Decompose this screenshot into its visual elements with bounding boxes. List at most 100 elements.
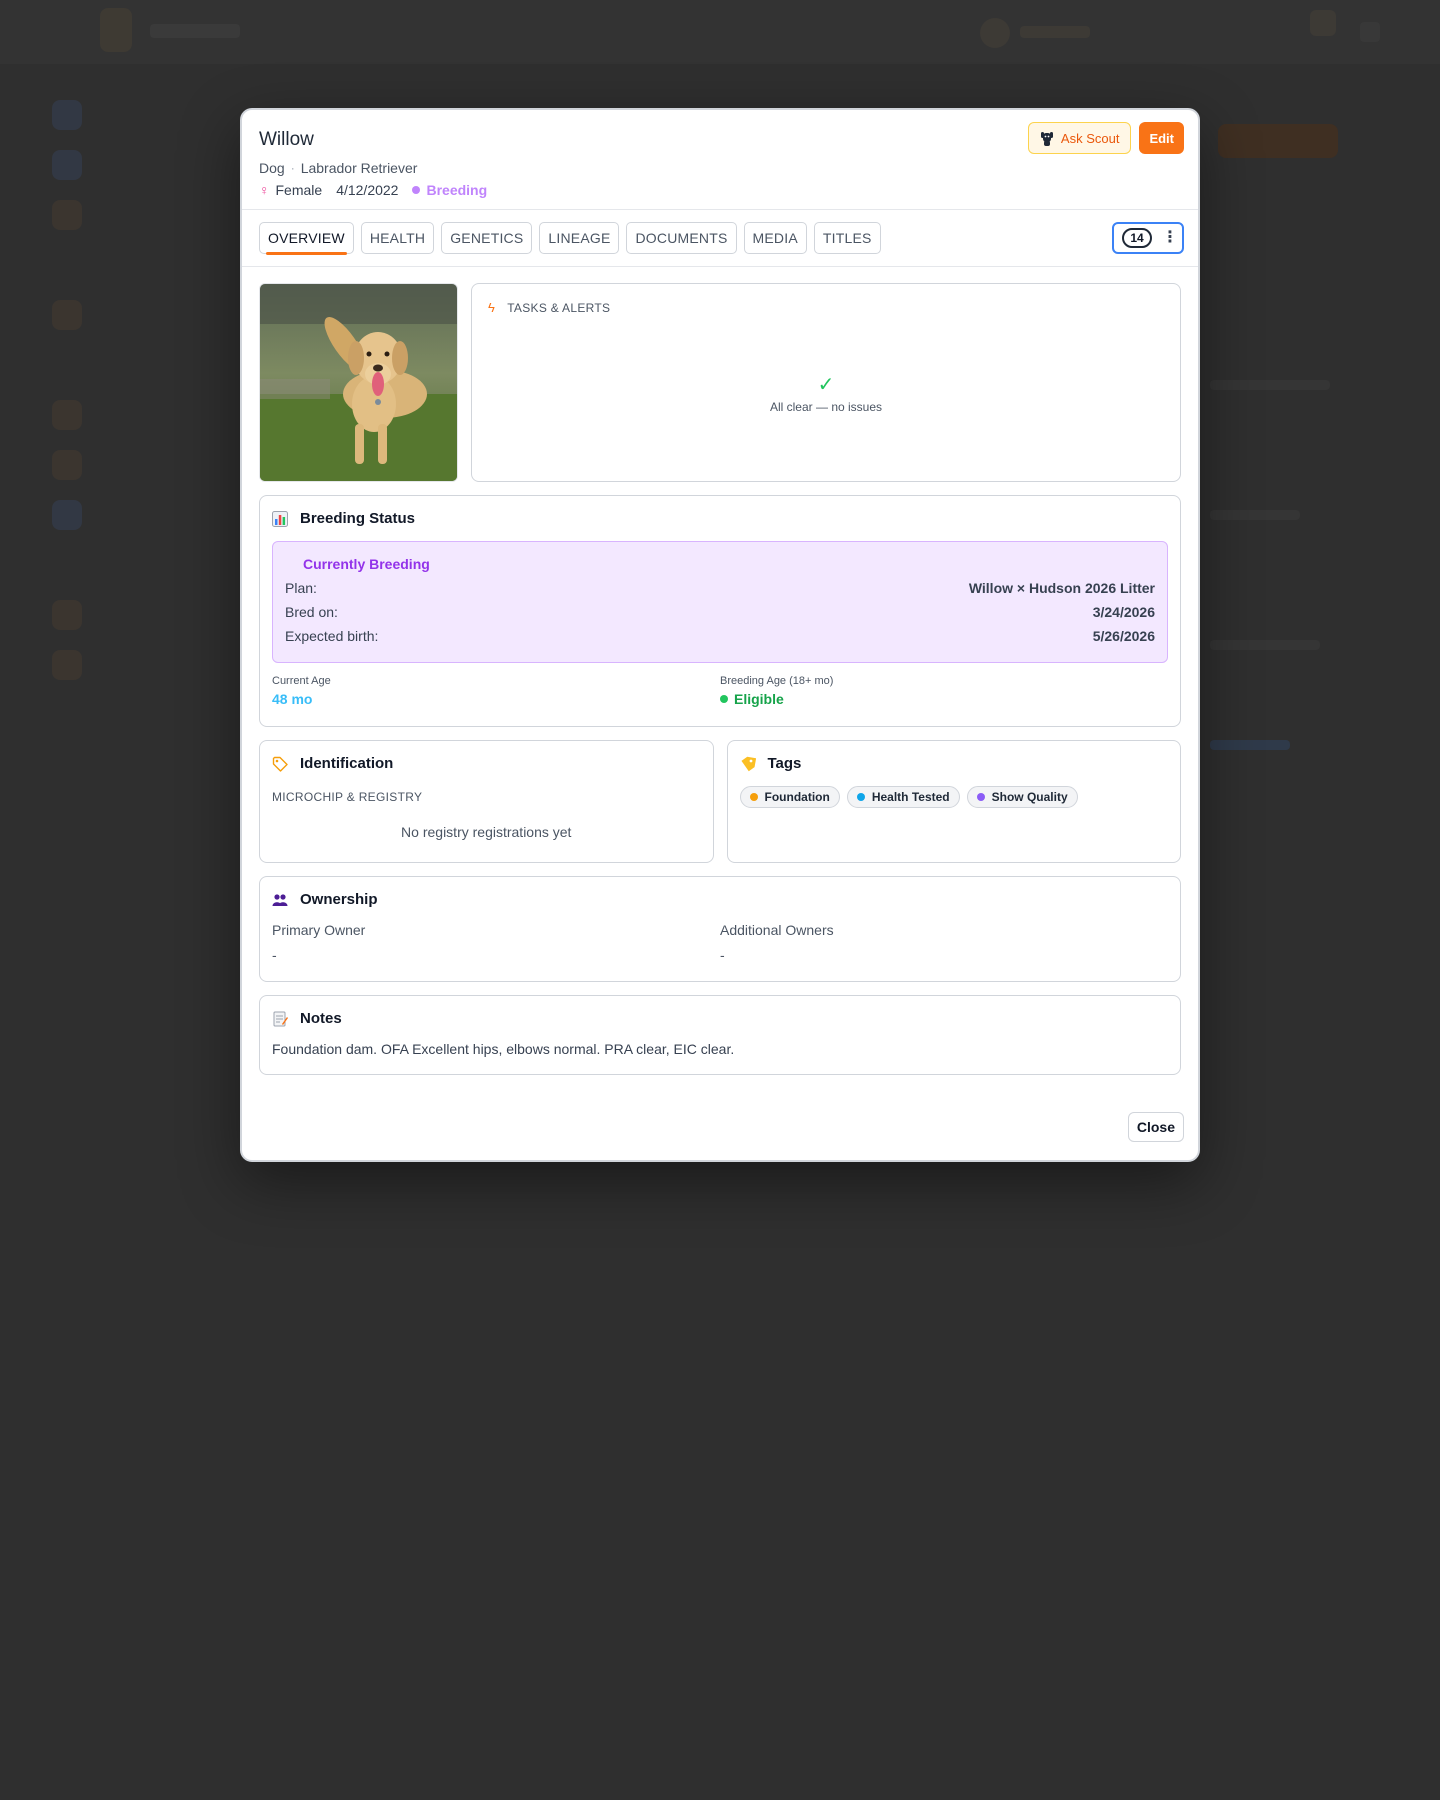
background-sidebar-item	[52, 450, 82, 480]
tags-title: Tags	[767, 755, 802, 772]
animal-detail-modal: Willow Dog · Labrador Retriever ♀ Female…	[240, 108, 1200, 1162]
breeding-status-card: Breeding Status Currently Breeding Plan:…	[259, 495, 1181, 727]
top-row: ϟ TASKS & ALERTS ✓ All clear — no issues	[259, 283, 1181, 482]
tags-card: Tags Foundation Health Tested Show Quali…	[726, 740, 1181, 863]
tag-color-dot	[749, 793, 758, 801]
tab-lineage[interactable]: LINEAGE	[539, 222, 620, 254]
tab-health[interactable]: HEALTH	[360, 222, 435, 254]
close-button[interactable]: Close	[1127, 1112, 1184, 1142]
kebab-menu-icon: ⋮	[1162, 229, 1178, 246]
background-sidebar-item	[52, 600, 82, 630]
currently-breeding-box: Currently Breeding Plan: Willow × Hudson…	[272, 541, 1168, 663]
eligible-dot	[720, 695, 728, 703]
modal-header: Willow Dog · Labrador Retriever ♀ Female…	[242, 110, 1198, 210]
animal-breed: Labrador Retriever	[300, 160, 418, 176]
tag-icon	[272, 756, 288, 772]
ownership-title: Ownership	[300, 891, 378, 908]
breeding-age-status: Eligible	[720, 691, 1168, 707]
tasks-empty-state: ✓ All clear — no issues	[472, 374, 1180, 414]
breeding-plan-row: Plan: Willow × Hudson 2026 Litter	[285, 580, 1155, 596]
expected-birth-value: 5/26/2026	[1092, 628, 1155, 644]
background-primary-button	[1218, 124, 1338, 158]
microchip-registry-subtitle: MICROCHIP & REGISTRY	[272, 790, 423, 804]
bar-chart-icon	[272, 510, 288, 527]
notes-header: Notes	[272, 1010, 1168, 1027]
dog-photo-image	[260, 284, 457, 481]
additional-owners-label: Additional Owners	[720, 922, 834, 938]
animal-photo	[259, 283, 458, 482]
background-sidebar-item	[52, 300, 82, 330]
edit-button[interactable]: Edit	[1139, 122, 1184, 154]
tag-color-dot	[856, 793, 865, 801]
female-icon: ♀	[259, 182, 270, 198]
tag-health-tested[interactable]: Health Tested	[846, 786, 960, 808]
tag-list: Foundation Health Tested Show Quality	[739, 786, 1169, 808]
identification-title: Identification	[300, 755, 394, 772]
tab-titles[interactable]: TITLES	[813, 222, 881, 254]
additional-owners: Additional Owners -	[720, 922, 1168, 963]
background-text-line	[1210, 380, 1330, 390]
additional-owners-value: -	[720, 947, 725, 963]
header-actions: Ask Scout Edit	[1027, 122, 1184, 154]
status-dot	[412, 186, 421, 194]
breeding-age-label: Breeding Age (18+ mo)	[720, 675, 834, 687]
primary-owner: Primary Owner -	[272, 922, 720, 963]
animal-species: Dog	[259, 160, 285, 176]
background-sidebar-item	[52, 100, 82, 130]
tag-show-quality[interactable]: Show Quality	[966, 786, 1078, 808]
tag-label: Health Tested	[871, 790, 950, 804]
identification-card: Identification MICROCHIP & REGISTRY No r…	[259, 740, 714, 863]
animal-sex: Female	[275, 182, 323, 198]
more-tabs-button[interactable]: 14 ⋮	[1112, 222, 1184, 254]
animal-species-breed: Dog · Labrador Retriever	[259, 160, 1181, 176]
identification-tags-row: Identification MICROCHIP & REGISTRY No r…	[259, 740, 1181, 863]
background-user-name	[1020, 26, 1090, 38]
tags-header: Tags	[740, 755, 1169, 772]
background-sidebar-item	[52, 500, 82, 530]
people-icon	[272, 893, 288, 906]
overview-content: ϟ TASKS & ALERTS ✓ All clear — no issues…	[242, 267, 1198, 1075]
background-text-line	[1210, 740, 1290, 750]
ask-scout-button[interactable]: Ask Scout	[1027, 122, 1132, 154]
lightning-icon: ϟ	[488, 300, 496, 315]
primary-owner-value: -	[272, 947, 277, 963]
tasks-header: ϟ TASKS & ALERTS	[488, 300, 610, 315]
ask-scout-label: Ask Scout	[1060, 130, 1120, 146]
breeding-age: Breeding Age (18+ mo) Eligible	[720, 675, 1168, 707]
breeding-status-header: Breeding Status	[272, 510, 1168, 527]
primary-owner-label: Primary Owner	[272, 922, 366, 938]
tag-label: Show Quality	[991, 790, 1068, 804]
label-icon	[740, 756, 756, 771]
tab-documents[interactable]: DOCUMENTS	[626, 222, 737, 254]
notes-title: Notes	[300, 1010, 342, 1027]
dog-icon	[1040, 131, 1053, 146]
tab-overview[interactable]: OVERVIEW	[259, 222, 354, 255]
breeding-age-value: Eligible	[734, 691, 784, 707]
background-avatar	[980, 18, 1010, 48]
notes-card: Notes Foundation dam. OFA Excellent hips…	[259, 995, 1181, 1075]
tab-bar: OVERVIEW HEALTH GENETICS LINEAGE DOCUMEN…	[242, 210, 1198, 267]
registry-empty-text: No registry registrations yet	[401, 824, 572, 840]
expected-birth-row: Expected birth: 5/26/2026	[285, 628, 1155, 644]
background-menu-icon	[1360, 22, 1380, 42]
background-sidebar-item	[52, 150, 82, 180]
bred-on-value: 3/24/2026	[1092, 604, 1155, 620]
background-text-line	[1210, 640, 1320, 650]
tab-genetics[interactable]: GENETICS	[441, 222, 533, 254]
current-age: Current Age 48 mo	[272, 675, 720, 707]
currently-breeding-title: Currently Breeding	[303, 556, 430, 572]
plan-value: Willow × Hudson 2026 Litter	[968, 580, 1155, 596]
background-logo-text	[150, 24, 240, 38]
tab-media[interactable]: MEDIA	[743, 222, 807, 254]
status-badge: Breeding	[426, 182, 488, 198]
ownership-header: Ownership	[272, 891, 1168, 908]
background-sidebar-item	[52, 200, 82, 230]
bred-on-label: Bred on:	[285, 604, 338, 620]
background-sidebar-item	[52, 650, 82, 680]
tag-foundation[interactable]: Foundation	[739, 786, 840, 808]
identification-header: Identification	[272, 755, 701, 772]
notes-text: Foundation dam. OFA Excellent hips, elbo…	[272, 1041, 735, 1057]
animal-dob: 4/12/2022	[336, 182, 399, 198]
modal-footer: Close	[1127, 1112, 1184, 1142]
background-logo	[100, 8, 132, 52]
